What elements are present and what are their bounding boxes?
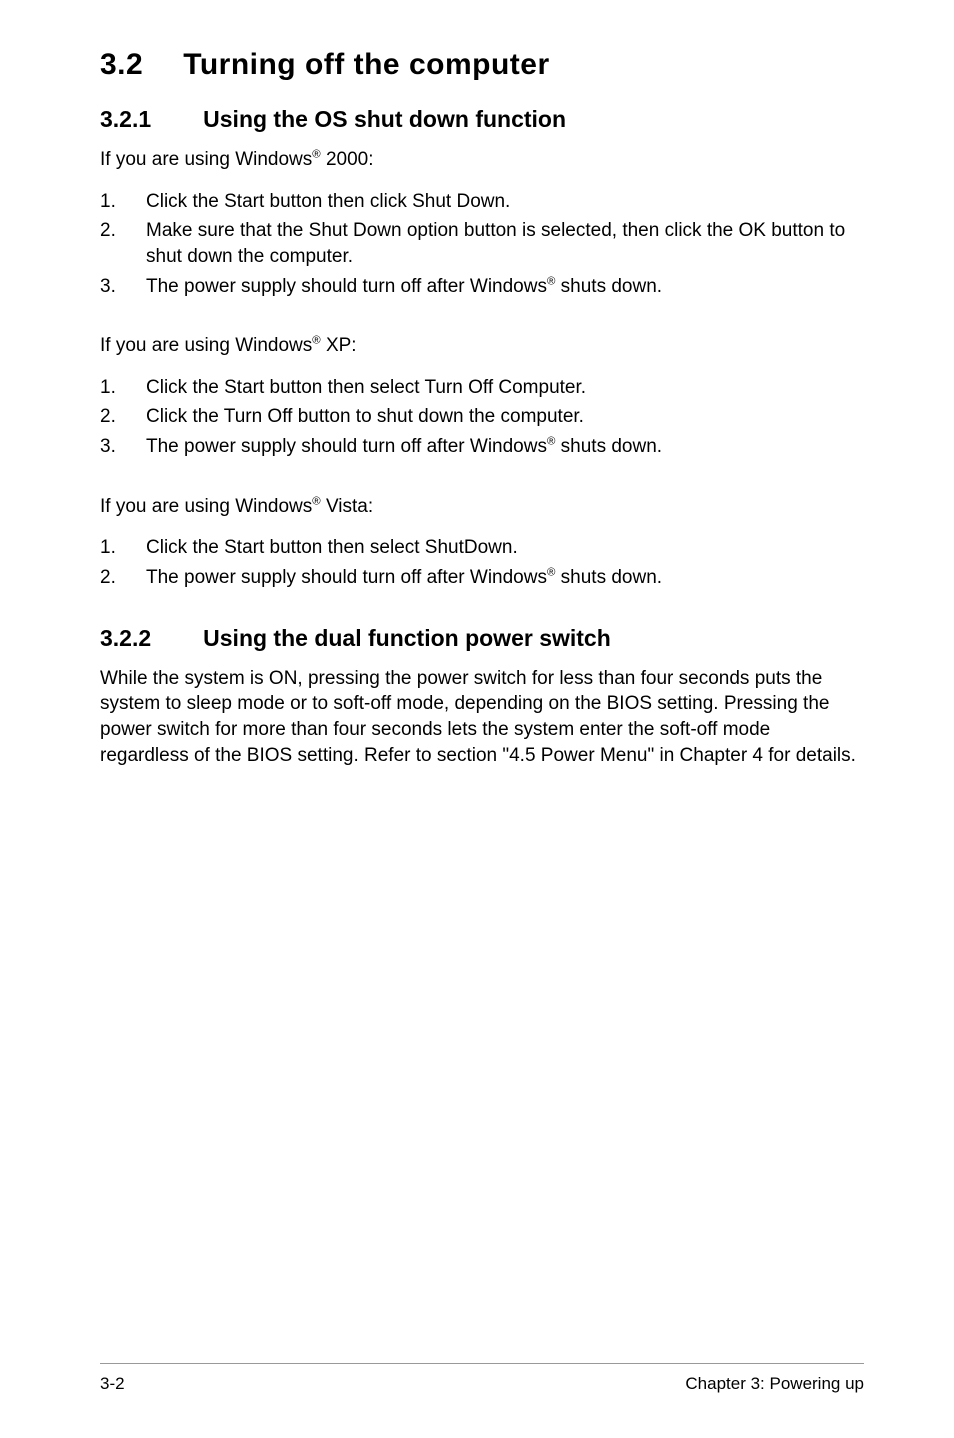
- page-footer: 3-2 Chapter 3: Powering up: [100, 1363, 864, 1394]
- step-number: 3.: [100, 434, 146, 460]
- body-paragraph: While the system is ON, pressing the pow…: [100, 666, 864, 769]
- step-number: 2.: [100, 565, 146, 591]
- step-text: Click the Start button then select Turn …: [146, 375, 864, 401]
- text: shuts down.: [555, 276, 662, 297]
- steps-windows-2000: 1. Click the Start button then click Shu…: [100, 189, 864, 300]
- text: The power supply should turn off after W…: [146, 436, 547, 457]
- intro-windows-2000: If you are using Windows® 2000:: [100, 147, 864, 173]
- step-text: Click the Start button then click Shut D…: [146, 189, 864, 215]
- step-number: 2.: [100, 218, 146, 269]
- intro-windows-vista: If you are using Windows® Vista:: [100, 494, 864, 520]
- step-number: 3.: [100, 274, 146, 300]
- text: shuts down.: [555, 567, 662, 588]
- text: If you are using Windows: [100, 335, 312, 356]
- list-item: 2. Click the Turn Off button to shut dow…: [100, 404, 864, 430]
- step-number: 1.: [100, 535, 146, 561]
- list-item: 1. Click the Start button then select Sh…: [100, 535, 864, 561]
- subsection-title: Using the dual function power switch: [203, 625, 611, 651]
- chapter-label: Chapter 3: Powering up: [685, 1374, 864, 1394]
- text: The power supply should turn off after W…: [146, 567, 547, 588]
- list-item: 2. Make sure that the Shut Down option b…: [100, 218, 864, 269]
- subsection-title: Using the OS shut down function: [203, 106, 566, 132]
- list-item: 3. The power supply should turn off afte…: [100, 274, 864, 300]
- subsection-heading: 3.2.2 Using the dual function power switc…: [100, 625, 864, 652]
- subsection-number: 3.2.2: [100, 625, 151, 652]
- registered-symbol: ®: [312, 149, 320, 161]
- text: If you are using Windows: [100, 149, 312, 170]
- text: shuts down.: [555, 436, 662, 457]
- section-title: Turning off the computer: [183, 48, 549, 81]
- text: The power supply should turn off after W…: [146, 276, 547, 297]
- step-text: The power supply should turn off after W…: [146, 565, 864, 591]
- steps-windows-vista: 1. Click the Start button then select Sh…: [100, 535, 864, 590]
- registered-symbol: ®: [312, 335, 320, 347]
- list-item: 1. Click the Start button then select Tu…: [100, 375, 864, 401]
- step-text: The power supply should turn off after W…: [146, 274, 864, 300]
- page-number: 3-2: [100, 1374, 125, 1394]
- text: XP:: [321, 335, 357, 356]
- list-item: 3. The power supply should turn off afte…: [100, 434, 864, 460]
- footer-row: 3-2 Chapter 3: Powering up: [100, 1374, 864, 1394]
- step-text: The power supply should turn off after W…: [146, 434, 864, 460]
- registered-symbol: ®: [312, 495, 320, 507]
- step-text: Click the Start button then select ShutD…: [146, 535, 864, 561]
- text: 2000:: [321, 149, 374, 170]
- steps-windows-xp: 1. Click the Start button then select Tu…: [100, 375, 864, 460]
- step-number: 1.: [100, 189, 146, 215]
- text: If you are using Windows: [100, 496, 312, 517]
- section-heading: 3.2 Turning off the computer: [100, 48, 864, 82]
- section-number: 3.2: [100, 48, 143, 82]
- subsection-heading: 3.2.1 Using the OS shut down function: [100, 106, 864, 133]
- footer-divider: [100, 1363, 864, 1364]
- intro-windows-xp: If you are using Windows® XP:: [100, 333, 864, 359]
- step-number: 2.: [100, 404, 146, 430]
- list-item: 1. Click the Start button then click Shu…: [100, 189, 864, 215]
- step-number: 1.: [100, 375, 146, 401]
- list-item: 2. The power supply should turn off afte…: [100, 565, 864, 591]
- step-text: Make sure that the Shut Down option butt…: [146, 218, 864, 269]
- subsection-number: 3.2.1: [100, 106, 151, 133]
- text: Vista:: [321, 496, 373, 517]
- step-text: Click the Turn Off button to shut down t…: [146, 404, 864, 430]
